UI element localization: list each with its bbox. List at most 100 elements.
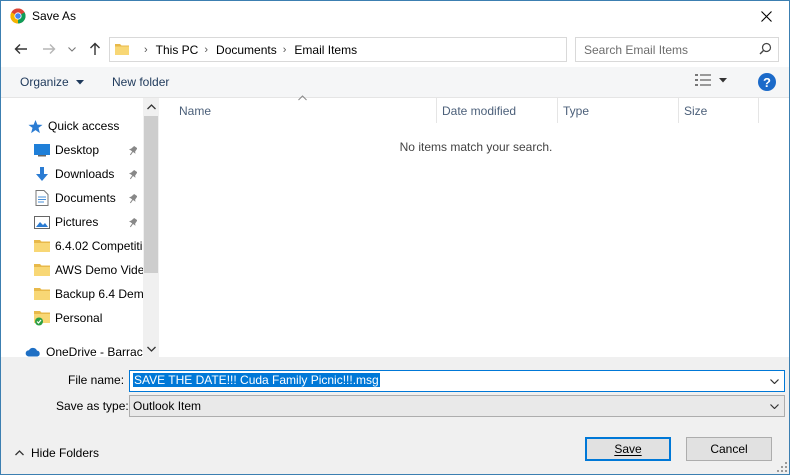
nav-item-desktop[interactable]: Desktop: [34, 139, 143, 161]
cancel-button[interactable]: Cancel: [686, 437, 772, 461]
desktop-icon: [34, 142, 50, 158]
file-name-value[interactable]: SAVE THE DATE!!! Cuda Family Picnic!!!.m…: [133, 373, 380, 387]
column-header-type[interactable]: Type: [557, 98, 679, 123]
forward-button[interactable]: [39, 38, 59, 60]
nav-label: AWS Demo Vide: [55, 263, 143, 277]
nav-label: Personal: [55, 311, 103, 325]
cloud-icon: [25, 344, 41, 357]
nav-label: 6.4.02 Competiti: [55, 239, 143, 253]
nav-item-documents[interactable]: Documents: [34, 187, 143, 209]
crumb-documents[interactable]: Documents: [216, 43, 277, 57]
folder-icon: [34, 238, 50, 254]
save-as-type-select[interactable]: Outlook Item: [129, 395, 785, 417]
address-bar[interactable]: › This PC › Documents › Email Items: [109, 37, 668, 62]
hide-folders-toggle[interactable]: Hide Folders: [15, 446, 99, 460]
crumb-this-pc[interactable]: This PC: [156, 43, 199, 57]
nav-quick-access[interactable]: Quick access: [27, 115, 143, 137]
change-view-button[interactable]: [695, 73, 727, 87]
chevron-right-icon: ›: [282, 43, 287, 56]
save-as-type-value: Outlook Item: [133, 399, 202, 413]
organize-button[interactable]: Organize: [20, 75, 85, 89]
recent-locations-button[interactable]: [65, 38, 79, 60]
nav-item-folder-aws-demo[interactable]: AWS Demo Vide: [34, 259, 143, 281]
dropdown-arrow-icon: [719, 77, 727, 82]
chevron-down-icon: [769, 378, 779, 384]
nav-item-onedrive[interactable]: OneDrive - Barrac: [25, 341, 143, 357]
save-button-label: Save: [614, 442, 642, 456]
save-as-type-dropdown-button[interactable]: [766, 398, 782, 414]
nav-item-downloads[interactable]: Downloads: [34, 163, 143, 185]
chevron-down-icon: [68, 46, 76, 52]
search-placeholder: Search Email Items: [584, 43, 689, 57]
arrow-left-icon: [14, 44, 27, 54]
save-as-type-label: Save as type:: [56, 399, 129, 413]
search-icon: [759, 42, 772, 55]
save-form: File name: SAVE THE DATE!!! Cuda Family …: [1, 357, 789, 474]
star-icon: [27, 118, 43, 134]
pin-icon: [128, 170, 137, 180]
empty-list-message: No items match your search.: [399, 140, 553, 154]
nav-item-folder-competitive[interactable]: 6.4.02 Competiti: [34, 235, 143, 257]
chrome-icon: [10, 8, 26, 24]
pin-icon: [128, 194, 137, 204]
details-view-icon: [695, 74, 711, 86]
documents-icon: [34, 190, 50, 206]
back-button[interactable]: [11, 38, 31, 60]
breadcrumb: › This PC › Documents › Email Items: [138, 38, 357, 61]
pin-icon: [128, 146, 137, 156]
close-icon: [760, 10, 772, 22]
scroll-up-button[interactable]: [143, 98, 159, 115]
column-header-name[interactable]: Name: [179, 98, 436, 123]
new-folder-button[interactable]: New folder: [112, 75, 169, 89]
close-button[interactable]: [743, 1, 789, 31]
help-button[interactable]: ?: [758, 73, 776, 91]
nav-label: Backup 6.4 Dem: [55, 287, 143, 301]
nav-label: OneDrive - Barrac: [46, 345, 143, 357]
search-box[interactable]: Search Email Items: [575, 37, 779, 62]
file-name-field[interactable]: SAVE THE DATE!!! Cuda Family Picnic!!!.m…: [129, 370, 785, 392]
arrow-up-icon: [90, 42, 100, 55]
chevron-down-icon: [769, 403, 779, 409]
title-bar: Save As: [1, 1, 789, 31]
column-label: Date modified: [442, 103, 517, 118]
pictures-icon: [34, 214, 50, 230]
folder-icon: [34, 286, 50, 302]
folder-sync-icon: [34, 310, 50, 326]
crumb-email-items[interactable]: Email Items: [294, 43, 357, 57]
nav-item-folder-backup[interactable]: Backup 6.4 Dem: [34, 283, 143, 305]
resize-grip-icon[interactable]: [777, 462, 787, 472]
scroll-thumb[interactable]: [144, 116, 158, 273]
file-name-dropdown-button[interactable]: [766, 373, 782, 389]
download-icon: [34, 166, 50, 182]
nav-item-folder-personal[interactable]: Personal: [34, 307, 143, 329]
nav-label: Documents: [55, 191, 116, 205]
nav-label: Pictures: [55, 215, 99, 229]
nav-item-pictures[interactable]: Pictures: [34, 211, 143, 233]
window-title: Save As: [32, 9, 77, 23]
hide-folders-label: Hide Folders: [31, 446, 100, 460]
arrow-right-icon: [43, 44, 56, 54]
dropdown-arrow-icon: [76, 80, 85, 85]
folder-icon: [115, 44, 129, 55]
column-divider: [758, 98, 760, 123]
file-list: Name Date modified Type Size No items ma…: [161, 95, 789, 357]
scroll-down-button[interactable]: [143, 340, 159, 357]
command-bar: Organize New folder ?: [1, 67, 789, 98]
column-label: Name: [179, 103, 212, 118]
navigation-scrollbar[interactable]: [143, 98, 159, 357]
nav-label: Desktop: [55, 143, 100, 157]
chevron-up-icon: [15, 450, 24, 456]
nav-label: Quick access: [48, 119, 120, 133]
address-row: › This PC › Documents › Email Items Sear…: [1, 34, 789, 64]
pin-icon: [128, 218, 137, 228]
up-button[interactable]: [86, 38, 104, 60]
column-header-size[interactable]: Size: [678, 98, 764, 123]
navigation-tree: Quick access Desktop Downloads Documents…: [1, 98, 143, 357]
column-header-date-modified[interactable]: Date modified: [436, 98, 562, 123]
folder-icon: [34, 262, 50, 278]
organize-label: Organize: [20, 75, 69, 89]
file-name-label: File name:: [68, 373, 125, 387]
save-button[interactable]: Save: [585, 437, 671, 461]
navigation-pane: Quick access Desktop Downloads Documents…: [1, 98, 159, 357]
chevron-up-icon: [146, 103, 156, 109]
